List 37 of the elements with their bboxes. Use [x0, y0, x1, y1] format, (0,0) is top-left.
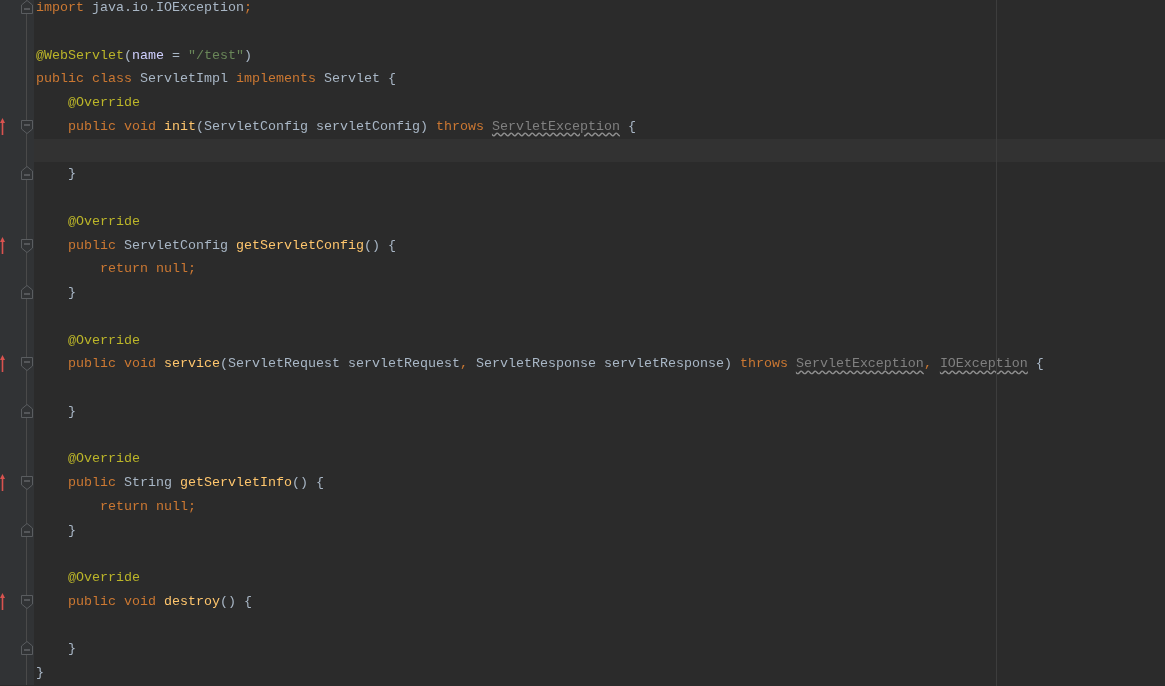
- override-marker-icon[interactable]: [0, 474, 5, 491]
- code-line: public ServletConfig getServletConfig() {: [67, 236, 397, 255]
- code-line: }: [67, 640, 77, 659]
- override-marker-icon[interactable]: [0, 236, 5, 254]
- code-line: @Override: [67, 450, 141, 469]
- fold-icon[interactable]: [21, 357, 33, 372]
- code-line: }: [67, 402, 77, 421]
- code-line: return null;: [99, 497, 197, 516]
- code-line: @Override: [67, 212, 141, 231]
- code-line: public class ServletImpl implements Servlet {: [35, 70, 397, 89]
- fold-icon[interactable]: [21, 0, 33, 14]
- code-line: @WebServlet(name = "/test"): [35, 46, 253, 65]
- fold-icon[interactable]: [21, 285, 33, 299]
- code-line: }: [35, 664, 45, 682]
- fold-icon[interactable]: [21, 119, 33, 134]
- fold-icon[interactable]: [21, 403, 33, 418]
- code-line: @Override: [67, 569, 141, 587]
- fold-icon[interactable]: [21, 476, 33, 490]
- code-line: @Override: [67, 331, 141, 350]
- fold-icon[interactable]: [21, 594, 33, 609]
- fold-icon[interactable]: [21, 522, 33, 537]
- code-line: public void init(ServletConfig servletConfig) throws ServletException {: [67, 117, 637, 136]
- code-line: return null;: [99, 260, 197, 279]
- override-marker-icon[interactable]: [0, 592, 5, 610]
- fold-icon[interactable]: [21, 166, 33, 181]
- code-line: @Override: [67, 94, 141, 112]
- code-line: }: [67, 165, 77, 184]
- code-line: }: [67, 284, 77, 302]
- code-line: public String getServletInfo() {: [67, 474, 325, 492]
- override-marker-icon[interactable]: [0, 355, 5, 373]
- code-line: public void service(ServletRequest servletRequest, ServletResponse servletResponse) throws ServletException, IOException {: [67, 355, 1045, 374]
- fold-icon[interactable]: [21, 238, 33, 253]
- override-marker-icon[interactable]: [0, 117, 5, 135]
- code-line: import java.io.IOException;: [35, 0, 253, 17]
- fold-icon[interactable]: [21, 641, 33, 656]
- code-line: public void destroy() {: [67, 592, 253, 611]
- code-line: }: [67, 521, 77, 540]
